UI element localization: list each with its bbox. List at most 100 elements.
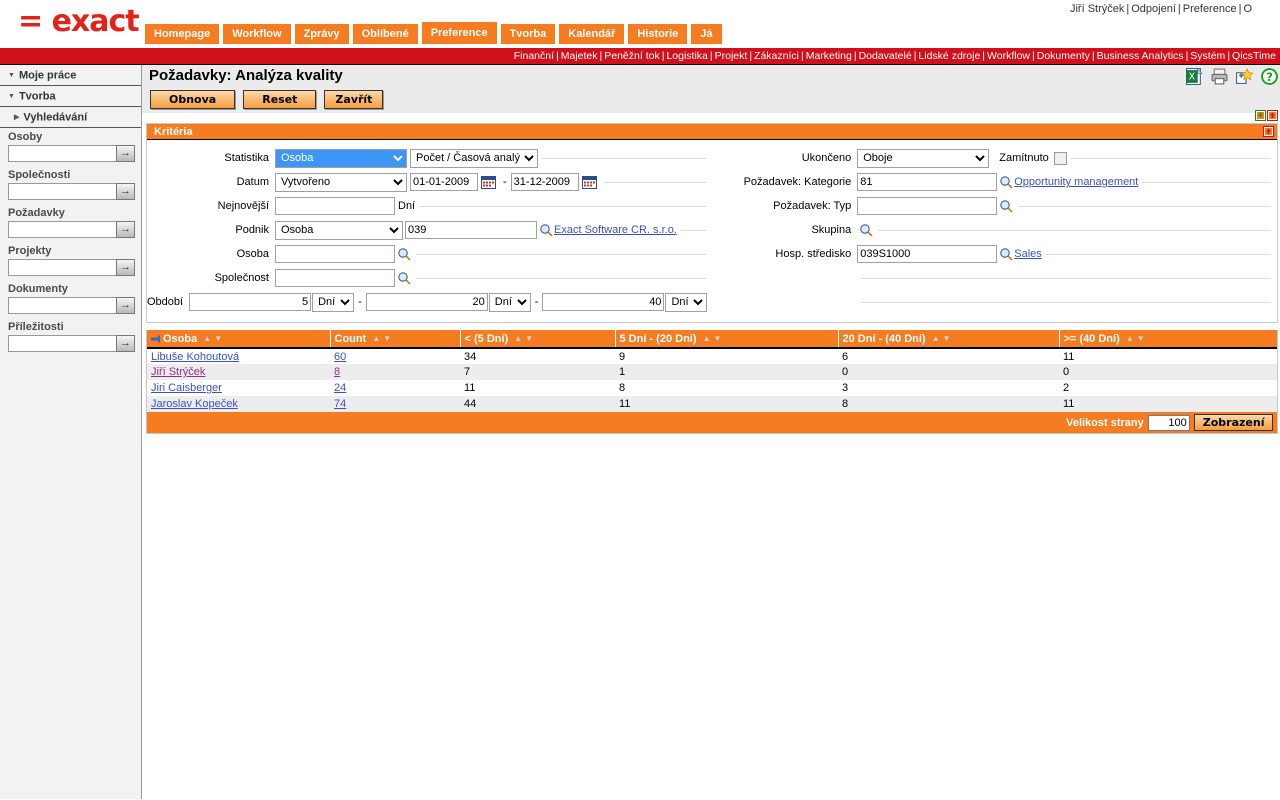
sort-desc-icon-5-20[interactable]: ▼: [714, 334, 722, 343]
print-icon[interactable]: [1211, 68, 1228, 85]
sort-asc-icon-20-40[interactable]: ▲: [932, 334, 940, 343]
page-size-input[interactable]: [1147, 414, 1190, 431]
excel-export-icon[interactable]: X: [1186, 68, 1204, 85]
module-link-qicstime[interactable]: QicsTime: [1232, 50, 1276, 62]
search-go-icon-projekty[interactable]: →: [116, 259, 135, 276]
tab-homepage[interactable]: Homepage: [145, 24, 220, 44]
lookup-icon-spolecnost[interactable]: [397, 271, 411, 285]
col-header-20-40[interactable]: 20 Dní - (40 Dní) ▲ ▼: [838, 330, 1060, 349]
datum-type-select[interactable]: Vytvořeno: [275, 172, 407, 192]
person-link[interactable]: Jiří Strýček: [151, 366, 205, 378]
tab-historie[interactable]: Historie: [628, 24, 688, 44]
person-link[interactable]: Jaroslav Kopeček: [151, 398, 238, 410]
col-header-osoba[interactable]: Osoba ▲ ▼: [147, 330, 331, 349]
module-link-dokumenty[interactable]: Dokumenty: [1037, 50, 1090, 62]
kategorie-link[interactable]: Opportunity management: [1014, 176, 1138, 188]
module-link-dodavatele[interactable]: Dodavatelé: [859, 50, 912, 62]
module-link-system[interactable]: Systém: [1190, 50, 1225, 62]
module-link-business-analytics[interactable]: Business Analytics: [1097, 50, 1184, 62]
spolecnost-input[interactable]: [275, 269, 395, 287]
person-link[interactable]: Libuše Kohoutová: [151, 351, 239, 363]
osoba-input[interactable]: [275, 245, 395, 263]
sort-asc-icon-osoba[interactable]: ▲: [203, 334, 211, 343]
panel-collapse-icon[interactable]: [1263, 126, 1275, 137]
obdobi-1-input[interactable]: [189, 293, 312, 311]
count-link[interactable]: 60: [334, 351, 346, 363]
search-go-icon-spolecnosti[interactable]: →: [116, 183, 135, 200]
search-input-osoby[interactable]: [8, 145, 116, 162]
tab-oblibene[interactable]: Oblíbené: [352, 24, 418, 44]
module-link-penezni-tok[interactable]: Peněžní tok: [604, 50, 659, 62]
lookup-icon-kategorie[interactable]: [999, 175, 1013, 189]
kategorie-input[interactable]: [857, 173, 998, 191]
hosp-stredisko-input[interactable]: [857, 245, 998, 263]
search-input-prilezitosti[interactable]: [8, 335, 116, 352]
sort-asc-icon-count[interactable]: ▲: [372, 334, 380, 343]
search-input-projekty[interactable]: [8, 259, 116, 276]
logout-link[interactable]: Odpojení: [1131, 3, 1176, 15]
podnik-link[interactable]: Exact Software CR. s.r.o.: [554, 224, 677, 236]
search-input-dokumenty[interactable]: [8, 297, 116, 314]
col-header-lt5[interactable]: < (5 Dní) ▲ ▼: [460, 330, 616, 349]
count-link[interactable]: 74: [334, 398, 346, 410]
lookup-icon-podnik[interactable]: [539, 223, 553, 237]
datum-to-input[interactable]: [510, 173, 579, 191]
module-link-projekt[interactable]: Projekt: [715, 50, 748, 62]
sort-desc-icon-osoba[interactable]: ▼: [214, 334, 222, 343]
search-go-icon-osoby[interactable]: →: [116, 145, 135, 162]
sort-asc-icon-gte40[interactable]: ▲: [1126, 334, 1134, 343]
reset-button[interactable]: Reset: [243, 90, 317, 109]
preferences-link[interactable]: Preference: [1183, 3, 1237, 15]
sidebar-group-tvorba[interactable]: ▼ Tvorba: [0, 86, 141, 107]
nejnovejsi-input[interactable]: [275, 197, 395, 215]
add-favorite-icon[interactable]: [1236, 68, 1254, 85]
sort-desc-icon-20-40[interactable]: ▼: [943, 334, 951, 343]
obdobi-3-input[interactable]: [542, 293, 665, 311]
obdobi-2-unit-select[interactable]: Dní: [488, 292, 531, 312]
module-link-zakaznici[interactable]: Zákazníci: [754, 50, 799, 62]
module-link-majetek[interactable]: Majetek: [561, 50, 598, 62]
tab-workflow[interactable]: Workflow: [223, 24, 291, 44]
search-input-pozadavky[interactable]: [8, 221, 116, 238]
tab-preference[interactable]: Preference: [421, 22, 497, 44]
hosp-stredisko-link[interactable]: Sales: [1014, 248, 1042, 260]
search-input-spolecnosti[interactable]: [8, 183, 116, 200]
obdobi-2-input[interactable]: [365, 293, 488, 311]
statistika-mode-select[interactable]: Počet / Časová analýza: [410, 148, 538, 168]
search-go-icon-pozadavky[interactable]: →: [116, 221, 135, 238]
search-go-icon-dokumenty[interactable]: →: [116, 297, 135, 314]
sort-desc-icon-count[interactable]: ▼: [383, 334, 391, 343]
expand-all-icon[interactable]: [1267, 110, 1279, 121]
tab-tvorba[interactable]: Tvorba: [500, 24, 556, 44]
podnik-type-select[interactable]: Osoba: [275, 220, 403, 240]
module-link-marketing[interactable]: Marketing: [806, 50, 852, 62]
datum-from-input[interactable]: [410, 173, 478, 191]
podnik-code-input[interactable]: [405, 221, 537, 239]
obdobi-3-unit-select[interactable]: Dní: [665, 292, 708, 312]
lookup-icon-skupina[interactable]: [859, 223, 873, 237]
collapse-all-icon[interactable]: [1255, 110, 1267, 121]
lookup-icon-hosp-stredisko[interactable]: [999, 247, 1013, 261]
lookup-icon-osoba[interactable]: [397, 247, 411, 261]
typ-input[interactable]: [857, 197, 998, 215]
sort-asc-icon-5-20[interactable]: ▲: [703, 334, 711, 343]
sort-asc-icon-lt5[interactable]: ▲: [514, 334, 522, 343]
tab-ja[interactable]: Já: [691, 24, 722, 44]
close-button[interactable]: Zavřít: [324, 90, 384, 109]
sort-desc-icon-gte40[interactable]: ▼: [1137, 334, 1145, 343]
module-link-lidske-zdroje[interactable]: Lidské zdroje: [918, 50, 980, 62]
calendar-icon-to[interactable]: [581, 175, 597, 189]
obdobi-1-unit-select[interactable]: Dní: [312, 292, 355, 312]
ukonceno-select[interactable]: Oboje: [857, 148, 990, 168]
tab-zpravy[interactable]: Zprávy: [294, 24, 349, 44]
sidebar-group-vyhledavani[interactable]: ▶ Vyhledávání: [0, 107, 141, 128]
refresh-button[interactable]: Obnova: [150, 90, 236, 109]
person-link[interactable]: Jiri Caisberger: [151, 382, 222, 394]
col-header-gte40[interactable]: >= (40 Dní) ▲ ▼: [1059, 330, 1278, 349]
col-header-5-20[interactable]: 5 Dní - (20 Dní) ▲ ▼: [615, 330, 839, 349]
module-link-workflow[interactable]: Workflow: [987, 50, 1030, 62]
search-go-icon-prilezitosti[interactable]: →: [116, 335, 135, 352]
count-link[interactable]: 8: [334, 366, 340, 378]
show-button[interactable]: Zobrazení: [1193, 414, 1274, 431]
lookup-icon-typ[interactable]: [999, 199, 1013, 213]
